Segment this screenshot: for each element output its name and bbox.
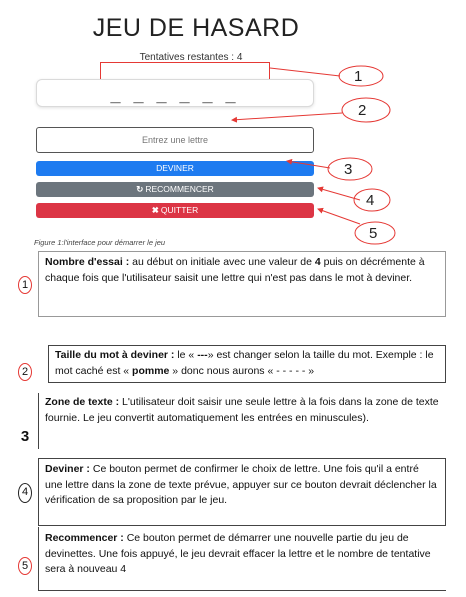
callout-number-5: 5: [369, 225, 377, 242]
callout-number-4: 4: [366, 192, 374, 209]
item-number-circle-5: 5: [18, 557, 32, 575]
callout-arrow-5: [317, 207, 361, 225]
description-card-2: Taille du mot à deviner : le « ---» est …: [48, 345, 446, 383]
description-term-1: Nombre d'essai :: [45, 256, 130, 268]
description-dashes-2: ---: [197, 349, 208, 361]
description-term-2: Taille du mot à deviner :: [55, 349, 175, 361]
description-card-1: Nombre d'essai : au début on initiale av…: [38, 251, 446, 317]
item-number-3: 3: [20, 428, 30, 445]
description-text-2c: » donc nous aurons « - - - - - »: [169, 364, 315, 377]
description-text-4: Ce bouton permet de confirmer le choix d…: [45, 463, 437, 506]
description-term-4: Deviner :: [45, 463, 90, 475]
callout-arrow-1: [269, 67, 341, 77]
description-text-1a: au début on initiale avec une valeur de: [129, 256, 315, 268]
callout-number-1: 1: [354, 68, 362, 85]
item-number-circle-4: 4: [18, 483, 32, 503]
description-card-4: Deviner : Ce bouton permet de confirmer …: [38, 458, 446, 526]
description-card-5: Recommencer : Ce bouton permet de démarr…: [38, 527, 446, 591]
callout-arrow-4: [317, 186, 361, 201]
description-term-3: Zone de texte :: [45, 396, 120, 408]
figure-caption: Figure 1:l'interface pour démarrer le je…: [34, 238, 166, 247]
annotation-layer: 1 2 3 4 5: [231, 65, 396, 245]
callout-number-2: 2: [358, 102, 366, 119]
callout-arrow-3: [286, 158, 331, 169]
description-card-3: Zone de texte : L'utilisateur doit saisi…: [38, 393, 446, 449]
item-number-circle-2: 2: [18, 363, 32, 381]
callout-arrow-2: [231, 112, 343, 123]
callout-number-3: 3: [344, 161, 352, 178]
item-number-circle-1: 1: [18, 276, 32, 294]
description-example-2: pomme: [132, 364, 170, 377]
description-text-2a: le «: [174, 349, 198, 361]
description-term-5: Recommencer :: [45, 532, 124, 544]
